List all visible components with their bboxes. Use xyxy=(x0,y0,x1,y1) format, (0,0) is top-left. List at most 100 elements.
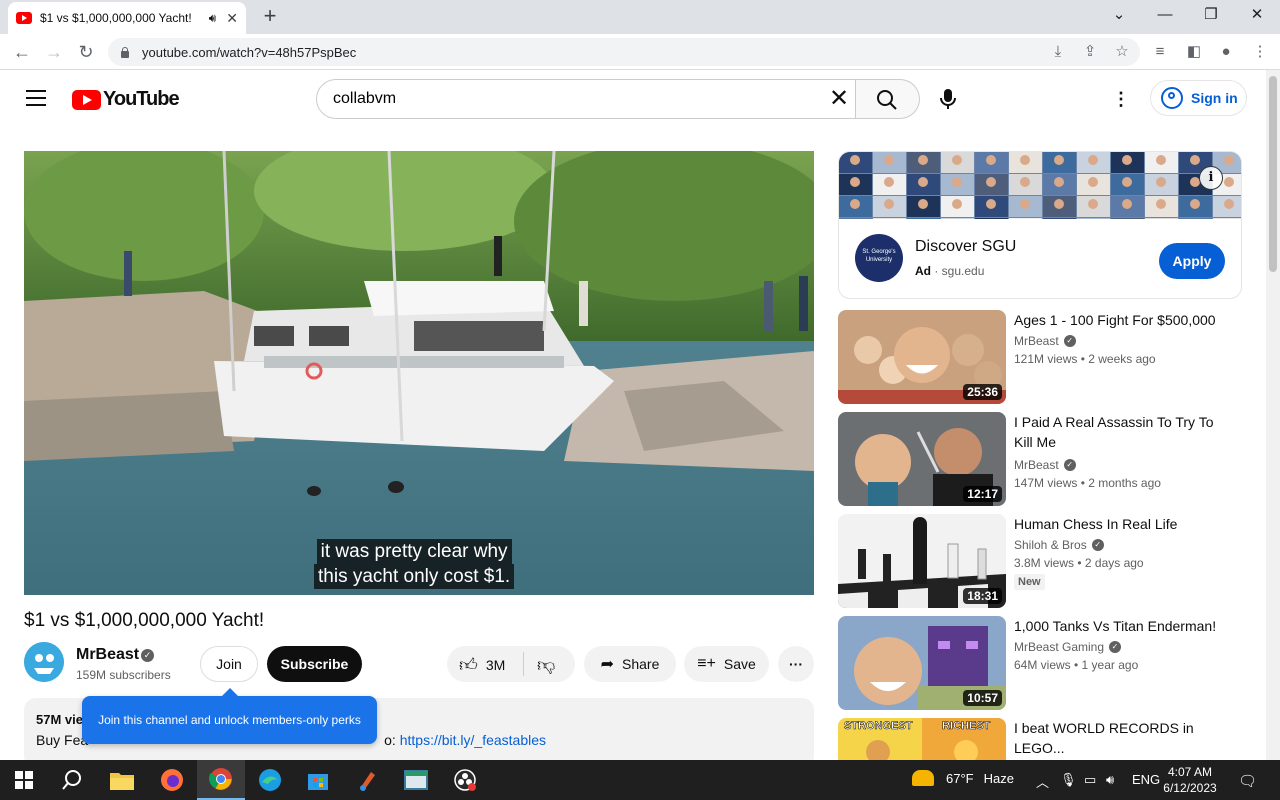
minimize-button[interactable]: — xyxy=(1150,4,1180,26)
description-mid: o: xyxy=(384,732,400,748)
notification-icon[interactable]: 🗨︎ xyxy=(1238,772,1257,790)
store-button[interactable] xyxy=(294,760,342,800)
video-title: I Paid A Real Assassin To Try To Kill Me xyxy=(1014,414,1214,450)
start-button[interactable] xyxy=(0,760,48,800)
channel-name[interactable]: MrBeast xyxy=(76,646,139,664)
window-app-icon xyxy=(404,770,428,790)
apply-button[interactable]: Apply xyxy=(1159,243,1225,279)
taskbar-search-button[interactable] xyxy=(48,760,96,800)
share-page-icon[interactable]: ⇪ xyxy=(1080,42,1100,62)
bookmark-star-icon[interactable]: ☆ xyxy=(1112,42,1132,62)
search-button[interactable] xyxy=(856,79,920,119)
recommendation-item[interactable]: 18:31 Human Chess In Real Life Shiloh & … xyxy=(838,514,1242,608)
recommendation-item[interactable]: STRONGEST RICHEST I beat WORLD RECORDS i… xyxy=(838,718,1242,760)
search-icon xyxy=(62,770,81,790)
settings-more-icon[interactable]: ⋮ xyxy=(1112,87,1130,111)
verified-badge-icon: ✓ xyxy=(1063,335,1076,347)
reload-button[interactable]: ↻ xyxy=(74,40,98,64)
like-dislike-group: 👍︎ 3M 👎︎ xyxy=(447,646,575,682)
chrome-menu-icon[interactable]: ⋮ xyxy=(1250,42,1270,62)
join-button[interactable]: Join xyxy=(200,646,258,682)
description-start: Buy Fea xyxy=(36,732,89,748)
youtube-header: YouTube ✕ ⋮ Sign in xyxy=(0,70,1266,128)
network-icon[interactable]: ▭ xyxy=(1084,772,1096,788)
back-button[interactable]: ← xyxy=(10,40,34,64)
close-tab-icon[interactable]: ✕ xyxy=(226,10,238,27)
firefox-button[interactable] xyxy=(148,760,196,800)
video-title: Ages 1 - 100 Fight For $500,000 xyxy=(1014,312,1216,328)
sign-in-label: Sign in xyxy=(1191,90,1238,106)
search-box[interactable] xyxy=(316,79,856,119)
channel-name: MrBeast xyxy=(1014,334,1059,348)
volume-icon[interactable]: 🔊︎ xyxy=(1106,772,1114,788)
weather-widget[interactable]: 67°F Haze xyxy=(912,770,1014,786)
join-tooltip[interactable]: Join this channel and unlock members-onl… xyxy=(82,688,377,744)
new-tab-button[interactable]: + xyxy=(258,4,282,28)
ad-sponsor-line: Ad · sgu.edu xyxy=(915,264,985,278)
clock[interactable]: 4:07 AM 6/12/2023 xyxy=(1160,764,1220,796)
show-hidden-icons-chevron-icon[interactable]: ︿ xyxy=(1036,772,1049,791)
media-control-icon[interactable]: ≡ xyxy=(1150,42,1170,62)
subscribe-button[interactable]: Subscribe xyxy=(267,646,362,682)
search-input[interactable] xyxy=(333,90,813,108)
dislike-button[interactable]: 👎︎ xyxy=(537,654,555,676)
youtube-favicon-icon xyxy=(16,12,32,24)
hamburger-menu-icon[interactable] xyxy=(26,90,46,106)
search-icon xyxy=(877,90,897,110)
feastables-link[interactable]: https://bit.ly/_feastables xyxy=(400,732,546,748)
page-scrollbar[interactable] xyxy=(1266,70,1280,760)
like-button[interactable]: 👍︎ 3M xyxy=(459,654,505,676)
obs-button[interactable] xyxy=(441,760,489,800)
ad-info-icon[interactable]: i xyxy=(1199,166,1223,190)
video-duration: 10:57 xyxy=(963,690,1002,706)
windows-logo-icon xyxy=(15,771,33,789)
edge-button[interactable] xyxy=(246,760,294,800)
restore-button[interactable]: ❐ xyxy=(1196,4,1226,26)
clear-search-icon[interactable]: ✕ xyxy=(826,87,852,113)
obs-icon xyxy=(454,769,476,791)
more-actions-button[interactable]: ··· xyxy=(778,646,814,682)
sign-in-button[interactable]: Sign in xyxy=(1150,80,1247,116)
video-meta: 64M views • 1 year ago xyxy=(1014,658,1139,672)
address-bar[interactable]: youtube.com/watch?v=48h57PspBec xyxy=(108,38,1140,66)
install-icon[interactable]: ⤓ xyxy=(1048,42,1068,62)
app-window-button[interactable] xyxy=(392,760,440,800)
youtube-play-icon xyxy=(72,89,101,110)
language-indicator[interactable]: ENG xyxy=(1132,772,1160,787)
ad-banner-image xyxy=(839,152,1241,219)
paint-app-button[interactable] xyxy=(344,760,392,800)
tab-search-icon[interactable]: ⌄ xyxy=(1104,4,1134,26)
side-panel-icon[interactable]: ◧ xyxy=(1184,42,1204,62)
speaker-icon[interactable]: 🔊︎ xyxy=(209,11,217,26)
video-caption: it was pretty clear why this yacht only … xyxy=(314,539,515,589)
ad-card[interactable]: i St. George's University Discover SGU A… xyxy=(838,151,1242,299)
microphone-tray-icon[interactable]: 🎙︎ xyxy=(1060,772,1077,788)
channel-name: Shiloh & Bros xyxy=(1014,538,1087,552)
youtube-logo[interactable]: YouTube xyxy=(72,88,180,111)
browser-tab[interactable]: $1 vs $1,000,000,000 Yacht! 🔊︎ ✕ xyxy=(8,2,246,34)
video-player[interactable]: it was pretty clear why this yacht only … xyxy=(24,151,814,595)
recommendation-item[interactable]: 12:17 I Paid A Real Assassin To Try To K… xyxy=(838,412,1242,506)
recommendation-item[interactable]: 10:57 1,000 Tanks Vs Titan Enderman! MrB… xyxy=(838,616,1242,710)
channel-name: MrBeast Gaming xyxy=(1014,640,1105,654)
file-explorer-button[interactable] xyxy=(98,760,146,800)
video-thumbnail: STRONGEST RICHEST xyxy=(838,718,1006,760)
like-count: 3M xyxy=(485,657,506,673)
recommendation-item[interactable]: 25:36 Ages 1 - 100 Fight For $500,000 Mr… xyxy=(838,310,1242,404)
save-label: Save xyxy=(723,656,756,672)
ad-title: Discover SGU xyxy=(915,238,1017,255)
save-button[interactable]: ≡+ Save xyxy=(684,646,769,682)
profile-icon[interactable]: ● xyxy=(1216,42,1236,62)
share-button[interactable]: ➦ Share xyxy=(584,646,676,682)
view-count: 57M vie xyxy=(36,712,83,727)
scrollbar-thumb[interactable] xyxy=(1269,76,1277,272)
close-window-button[interactable]: ✕ xyxy=(1242,4,1272,26)
thumbs-up-icon: 👍︎ xyxy=(459,655,478,675)
lock-icon[interactable] xyxy=(120,46,130,58)
new-badge: New xyxy=(1014,574,1045,590)
voice-search-button[interactable] xyxy=(936,87,960,111)
chrome-button[interactable] xyxy=(197,760,245,800)
forward-button[interactable]: → xyxy=(42,40,66,64)
channel-avatar[interactable] xyxy=(24,642,64,682)
verified-badge-icon: ✓ xyxy=(1109,641,1122,653)
